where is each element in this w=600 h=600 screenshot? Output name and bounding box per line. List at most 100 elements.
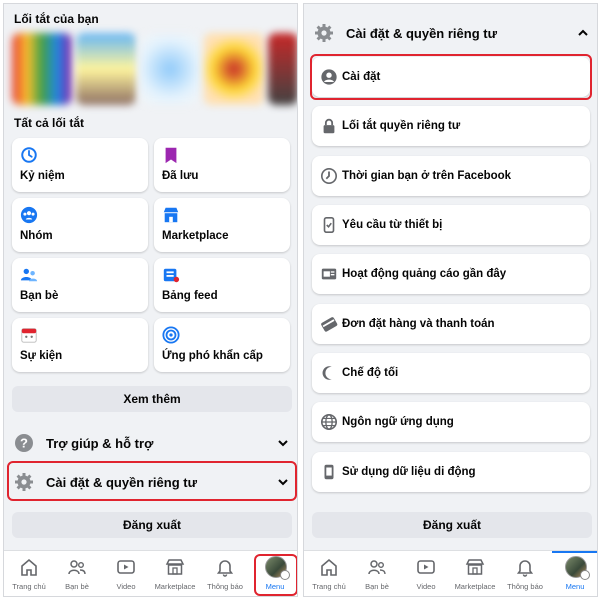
feed-icon [163,268,180,283]
device-icon [323,216,335,234]
marketplace-icon [163,207,179,223]
dark-mode-item[interactable]: Chế độ tối [312,353,590,393]
recent-ad-activity-item[interactable]: Hoạt động quảng cáo gần đây [312,254,590,294]
menu-badge-icon [580,570,590,580]
tab-label: Video [116,582,136,591]
settings-privacy-header-label: Cài đặt & quyền riêng tư [346,26,497,41]
tile-label: Bạn bè [20,290,59,302]
app-language-label: Ngôn ngữ ứng dụng [342,416,454,428]
help-support-row[interactable]: ? Trợ giúp & hỗ trợ [4,424,297,462]
chevron-down-icon [278,440,288,447]
privacy-shortcuts-item[interactable]: Lối tắt quyền riêng tư [312,106,590,146]
friends-icon [20,268,38,282]
tile-label: Kỷ niệm [20,170,65,182]
time-on-facebook-label: Thời gian bạn ở trên Facebook [342,170,512,182]
tab-friends[interactable]: Bạn bè [52,551,102,596]
svg-text:?: ? [20,436,28,451]
video-icon [417,560,435,574]
menu-panel-left: Lối tắt của bạn Tất cả lối tắt Kỷ niệm Đ… [3,3,298,597]
tab-label: Thông báo [207,582,243,591]
shortcut-thumbnail[interactable] [204,33,264,105]
bottom-tab-bar: Trang chủ Bạn bè Video Marketplace Thông… [304,550,597,596]
tab-marketplace[interactable]: Marketplace [150,551,200,596]
lock-icon [323,118,335,134]
bell-icon [516,560,534,577]
logout-button[interactable]: Đăng xuất [312,512,592,538]
tab-label: Video [416,582,436,591]
bottom-tab-bar: Trang chủ Bạn bè Video Marketplace Thông… [4,550,297,596]
tab-friends[interactable]: Bạn bè [352,551,402,596]
friends-icon [68,560,86,575]
payment-card-icon [321,317,338,332]
bookmark-icon [165,147,177,164]
tile-crisis-response[interactable]: Ứng phó khẩn cấp [154,318,290,372]
tab-video[interactable]: Video [401,551,451,596]
shortcuts-row [12,33,297,113]
moon-icon [322,366,332,380]
tab-label: Trang chủ [312,582,346,591]
tile-marketplace[interactable]: Marketplace [154,198,290,252]
hourglass-icon [320,167,338,185]
see-more-button[interactable]: Xem thêm [12,386,292,412]
menu-panel-right: Cài đặt & quyền riêng tư Cài đặt Lối tắt… [303,3,598,597]
video-icon [117,560,135,574]
marketplace-icon [465,559,485,575]
ad-activity-icon [321,268,337,280]
tab-label: Marketplace [454,582,496,591]
app-language-item[interactable]: Ngôn ngữ ứng dụng [312,402,590,442]
device-requests-label: Yêu cầu từ thiết bị [342,219,443,231]
help-support-label: Trợ giúp & hỗ trợ [46,436,154,451]
shortcut-thumbnail[interactable] [12,33,72,105]
shortcut-thumbnail[interactable] [268,33,297,105]
bell-icon [216,560,234,577]
crisis-response-icon [162,326,180,344]
recent-ad-activity-label: Hoạt động quảng cáo gần đây [342,268,507,280]
tile-label: Nhóm [20,230,53,242]
friends-icon [368,560,386,575]
logout-button[interactable]: Đăng xuất [12,512,292,538]
clock-history-icon [21,147,37,163]
tile-events[interactable]: Sự kiện [12,318,148,372]
groups-icon [20,206,38,224]
time-on-facebook-item[interactable]: Thời gian bạn ở trên Facebook [312,156,590,196]
tile-saved[interactable]: Đã lưu [154,138,290,192]
tile-friends[interactable]: Bạn bè [12,258,148,312]
tab-label: Marketplace [154,582,196,591]
highlight-menu-tab [254,554,297,596]
tile-label: Đã lưu [162,170,199,182]
chevron-up-icon [578,29,588,36]
device-requests-item[interactable]: Yêu cầu từ thiết bị [312,205,590,245]
tile-label: Marketplace [162,230,229,242]
tile-label: Ứng phó khẩn cấp [162,350,263,362]
tile-groups[interactable]: Nhóm [12,198,148,252]
tab-menu[interactable]: Menu [550,551,597,596]
tile-feed[interactable]: Bảng feed [154,258,290,312]
settings-privacy-header[interactable]: Cài đặt & quyền riêng tư [304,14,597,52]
tab-label: Thông báo [507,582,543,591]
orders-payments-item[interactable]: Đơn đặt hàng và thanh toán [312,304,590,344]
mobile-data-icon [324,464,334,480]
globe-icon [320,413,338,431]
tab-video[interactable]: Video [101,551,151,596]
mobile-data-item[interactable]: Sử dụng dữ liệu di động [312,452,590,492]
tab-label: Menu [565,582,585,591]
tab-label: Bạn bè [65,582,89,591]
tile-label: Bảng feed [162,290,218,302]
highlight-settings-privacy [7,461,297,501]
tab-marketplace[interactable]: Marketplace [450,551,500,596]
tile-label: Sự kiện [20,350,63,362]
tab-home[interactable]: Trang chủ [304,551,354,596]
tab-label: Trang chủ [12,582,46,591]
tab-home[interactable]: Trang chủ [4,551,54,596]
privacy-shortcuts-label: Lối tắt quyền riêng tư [342,120,461,132]
shortcuts-title: Lối tắt của bạn [14,12,99,26]
home-icon [321,558,337,576]
tab-notifications[interactable]: Thông báo [500,551,550,596]
shortcut-thumbnail[interactable] [76,33,136,105]
dark-mode-label: Chế độ tối [342,367,399,379]
tile-memories[interactable]: Kỷ niệm [12,138,148,192]
shortcut-thumbnail[interactable] [140,33,200,105]
tab-notifications[interactable]: Thông báo [200,551,250,596]
question-icon: ? [15,434,33,452]
highlight-settings-item [310,54,592,100]
